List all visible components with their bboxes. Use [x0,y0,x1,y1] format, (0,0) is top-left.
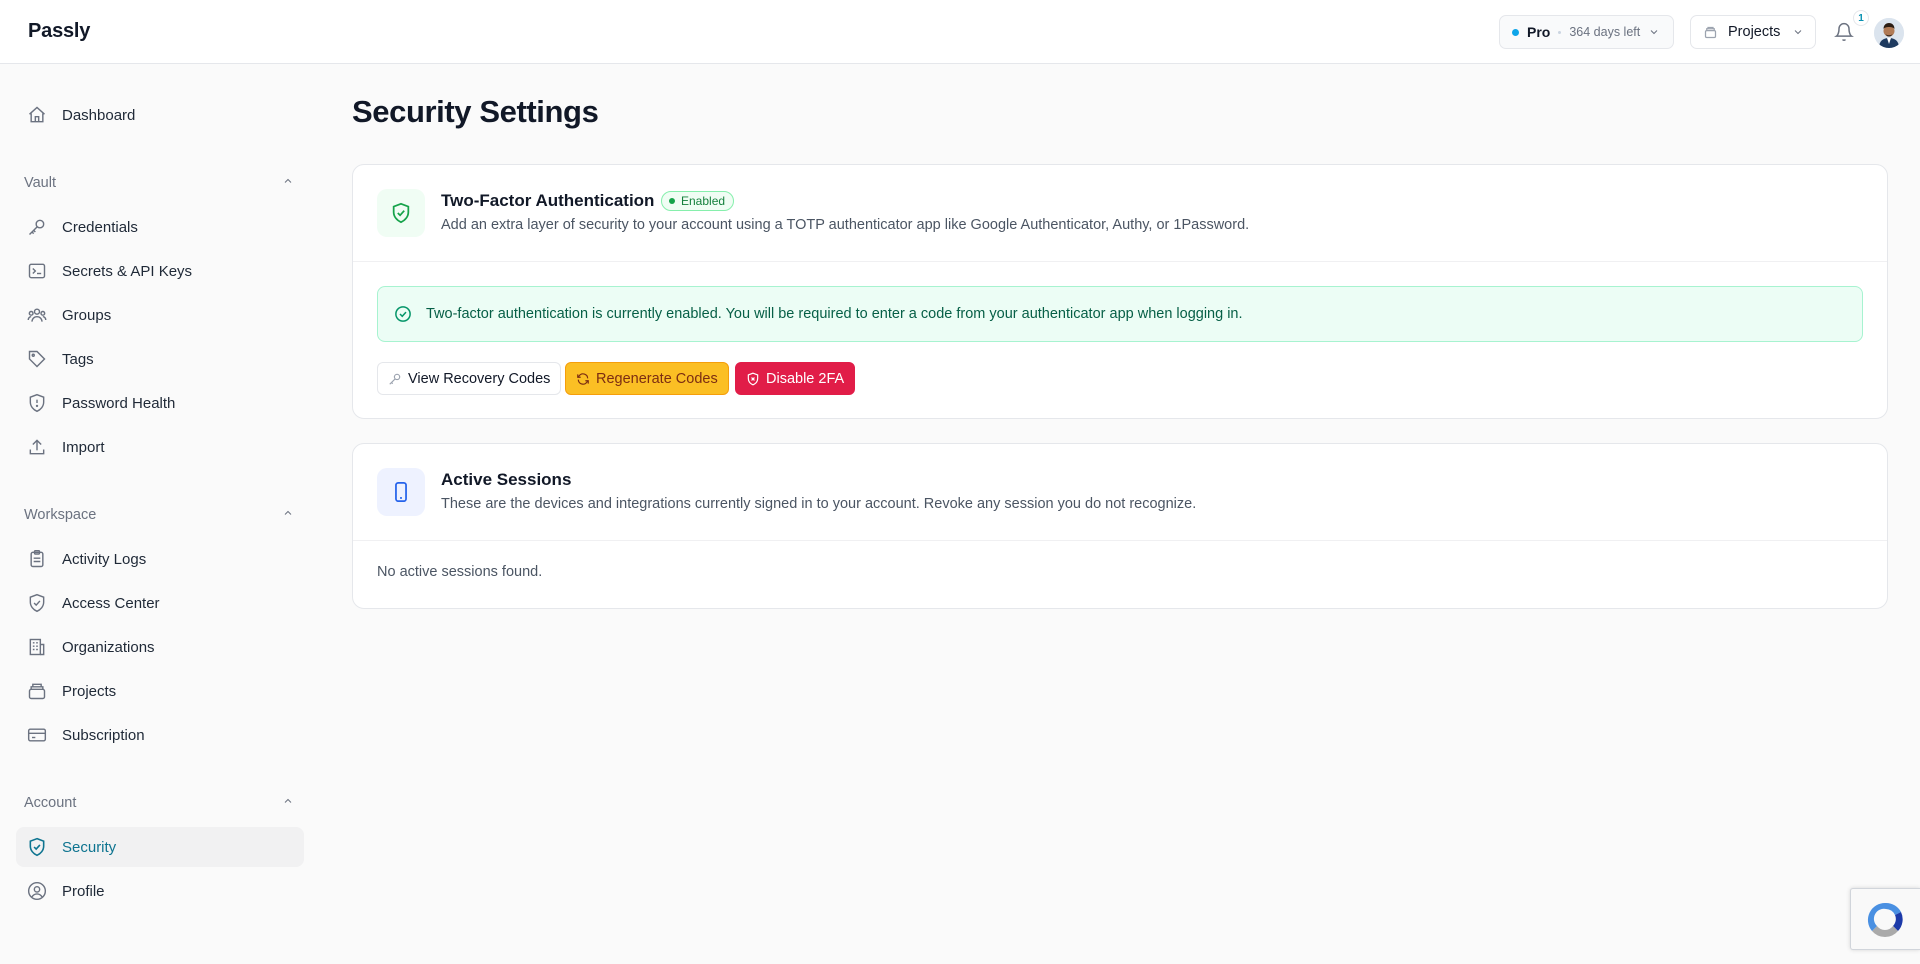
active-sessions-card: Active Sessions These are the devices an… [352,443,1888,609]
card-header: Active Sessions These are the devices an… [353,444,1887,541]
button-label: View Recovery Codes [408,370,551,387]
sidebar-item-tags[interactable]: Tags [16,339,304,379]
clipboard-icon [26,548,48,570]
projects-label: Projects [1728,24,1781,40]
empty-state-text: No active sessions found. [377,564,543,580]
plan-selector[interactable]: Pro 364 days left [1499,15,1674,49]
sidebar-item-access-center[interactable]: Access Center [16,583,304,623]
sidebar-item-password-health[interactable]: Password Health [16,383,304,423]
plan-name: Pro [1527,24,1551,40]
button-label: Regenerate Codes [596,370,718,387]
sidebar-item-projects[interactable]: Projects [16,671,304,711]
user-circle-icon [26,880,48,902]
sidebar-item-label: Credentials [62,218,138,236]
page-title: Security Settings [352,94,599,129]
sidebar-item-label: Profile [62,882,105,900]
status-dot [669,198,675,204]
shield-check-icon [26,592,48,614]
key-icon [26,216,48,238]
sidebar-item-label: Organizations [62,638,155,656]
sidebar-item-label: Projects [62,682,117,700]
sidebar-item-security[interactable]: Security [16,827,304,867]
smartphone-icon [377,468,425,516]
shield-check-icon [26,836,48,858]
section-header-workspace[interactable]: Workspace [24,507,294,523]
plan-status-dot [1512,28,1519,36]
sidebar-item-import[interactable]: Import [16,427,304,467]
top-bar: Passly Pro 364 days left Projects 1 [0,0,1920,64]
chevron-down-icon [1648,26,1660,38]
shield-check-icon [377,189,425,237]
projects-dropdown[interactable]: Projects [1690,15,1816,49]
disable-2fa-button[interactable]: Disable 2FA [735,362,856,395]
sidebar-item-label: Dashboard [62,106,136,124]
chevron-down-icon [1792,26,1804,38]
success-alert: Two-factor authentication is currently e… [377,286,1863,342]
section-label: Account [24,795,77,811]
two-factor-card: Two-Factor Authentication Enabled Add an… [352,164,1888,419]
layers-icon [1703,25,1718,40]
chevron-up-icon [282,795,294,811]
terminal-icon [26,260,48,282]
sidebar-item-label: Groups [62,306,112,324]
regenerate-codes-button[interactable]: Regenerate Codes [565,362,729,395]
shield-off-icon [746,372,760,386]
badge-label: Enabled [681,194,726,208]
chevron-up-icon [282,507,294,523]
sidebar-item-label: Secrets & API Keys [62,262,193,280]
chevron-up-icon [282,175,294,191]
sidebar-item-secrets-api-keys[interactable]: Secrets & API Keys [16,251,304,291]
sidebar-item-label: Tags [62,350,94,368]
alert-text: Two-factor authentication is currently e… [426,306,1243,322]
sidebar-item-dashboard[interactable]: Dashboard [16,95,304,135]
refresh-icon [576,372,590,386]
check-circle-icon [394,305,412,323]
building-icon [26,636,48,658]
status-badge: Enabled [661,191,735,211]
users-icon [26,304,48,326]
sidebar-item-activity-logs[interactable]: Activity Logs [16,539,304,579]
section-label: Workspace [24,507,97,523]
section-header-account[interactable]: Account [24,795,294,811]
card-title: Two-Factor Authentication [441,191,655,210]
view-recovery-codes-button[interactable]: View Recovery Codes [377,362,562,395]
card-title: Active Sessions [441,470,572,489]
sidebar-item-label: Activity Logs [62,550,147,568]
sidebar-item-label: Security [62,838,117,856]
section-header-vault[interactable]: Vault [24,175,294,191]
sidebar-item-label: Password Health [62,394,176,412]
notification-badge: 1 [1853,10,1869,26]
separator-dot [1558,30,1562,34]
credit-card-icon [26,724,48,746]
recaptcha-badge[interactable] [1850,888,1920,950]
sidebar-item-label: Import [62,438,105,456]
sidebar-item-credentials[interactable]: Credentials [16,207,304,247]
button-label: Disable 2FA [766,370,845,387]
app-logo[interactable]: Passly [28,20,90,43]
key-icon [388,372,402,386]
section-label: Vault [24,175,56,191]
shield-alert-icon [26,392,48,414]
bell-icon[interactable] [1832,20,1856,44]
layers-icon [26,680,48,702]
upload-icon [26,436,48,458]
sidebar-item-label: Access Center [62,594,160,612]
sidebar-item-subscription[interactable]: Subscription [16,715,304,755]
sidebar: Dashboard Vault Credentials Secrets & AP… [0,64,320,964]
card-description: These are the devices and integrations c… [441,496,1197,512]
sidebar-item-label: Subscription [62,726,145,744]
card-description: Add an extra layer of security to your a… [441,217,1250,233]
home-icon [26,104,48,126]
plan-days-left: 364 days left [1569,25,1641,39]
sidebar-item-organizations[interactable]: Organizations [16,627,304,667]
sidebar-item-groups[interactable]: Groups [16,295,304,335]
card-header: Two-Factor Authentication Enabled Add an… [353,165,1887,262]
avatar[interactable] [1874,18,1904,48]
recaptcha-icon [1867,902,1903,938]
sidebar-item-profile[interactable]: Profile [16,871,304,911]
tag-icon [26,348,48,370]
